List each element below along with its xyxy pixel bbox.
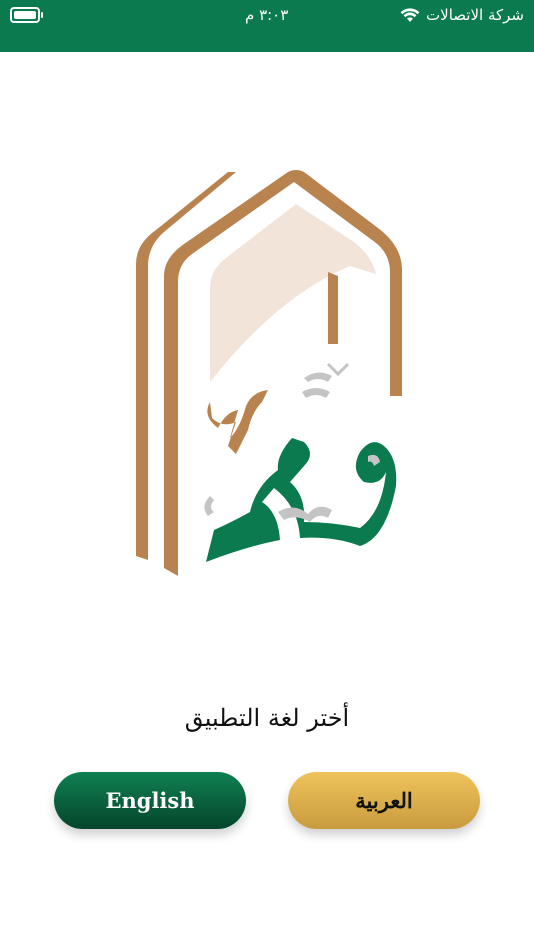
logo-diacritic-1 xyxy=(304,372,332,382)
status-bar: ٣:٠٣ م شركة الاتصالات xyxy=(0,0,534,52)
app-logo xyxy=(136,170,402,576)
logo-inner-arch xyxy=(210,204,376,382)
status-time: ٣:٠٣ م xyxy=(245,6,289,24)
status-carrier-group: شركة الاتصالات xyxy=(400,6,524,24)
arabic-button[interactable]: العربية xyxy=(288,772,480,829)
battery-fill xyxy=(14,11,36,19)
wifi-icon xyxy=(400,7,420,22)
logo-inner-bar xyxy=(328,272,338,344)
logo-diacritic-6 xyxy=(204,496,214,516)
logo-diacritic-3 xyxy=(326,362,350,377)
battery-icon xyxy=(10,7,43,23)
carrier-name: شركة الاتصالات xyxy=(426,6,524,24)
logo-calligraphy-mark xyxy=(207,390,268,454)
logo-diacritic-5 xyxy=(278,506,332,522)
language-prompt: أختر لغة التطبيق xyxy=(184,704,350,732)
english-button[interactable]: English xyxy=(54,772,246,829)
logo-diacritic-2 xyxy=(302,388,330,398)
logo-calligraphy xyxy=(206,438,397,562)
